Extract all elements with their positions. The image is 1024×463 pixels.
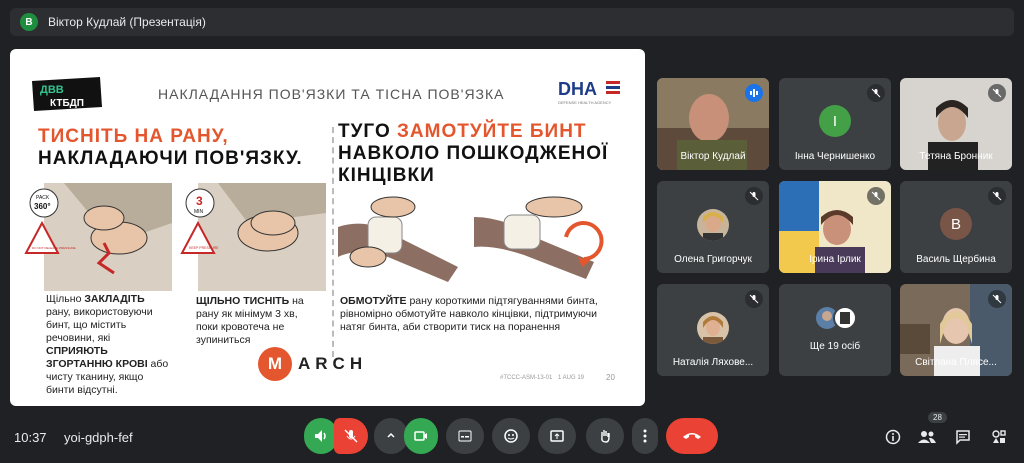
present-icon [550, 430, 564, 442]
slide-footer-date: 1 AUG 19 [558, 375, 585, 381]
participant-tile[interactable]: Наталія Ляхове... [657, 284, 769, 376]
svg-text:DEFENSE HEALTH AGENCY: DEFENSE HEALTH AGENCY [558, 100, 612, 105]
participant-tile[interactable]: Світлана Плясе... [900, 284, 1012, 376]
pack-wound-illustration: PACK 360° DO NOT RELEASE PRESSURE [24, 183, 172, 291]
presenter-avatar: В [20, 13, 38, 31]
participant-avatar [697, 209, 729, 241]
camera-icon [414, 431, 427, 441]
mic-off-icon [988, 187, 1006, 205]
dha-logo: DHA DEFENSE HEALTH AGENCY [558, 79, 620, 105]
participant-tile[interactable]: Віктор Кудлай [657, 78, 769, 170]
dvv-logo: ДВВ КТБДП [32, 77, 102, 111]
mic-off-icon [344, 429, 358, 443]
participant-avatar: І [819, 105, 851, 137]
info-icon [885, 429, 901, 445]
speaking-indicator-icon [745, 84, 763, 102]
participant-avatar: В [940, 208, 972, 240]
mic-toggle-button[interactable] [334, 418, 368, 454]
more-vert-icon [643, 429, 647, 443]
people-button[interactable] [916, 426, 938, 448]
present-screen-button[interactable] [538, 418, 576, 454]
participant-name: Віктор Кудлай [680, 151, 746, 162]
bottom-toolbar: 10:37 yoi-gdph-fef 28 [0, 410, 1024, 463]
wrap-bandage-illustration-2 [474, 196, 604, 279]
apply-pressure-illustration: 3 MIN KEEP PRESSURE [180, 183, 326, 291]
shared-slide: ДВВ КТБДП НАКЛАДАННЯ ПОВ'ЯЗКИ ТА ТІСНА П… [10, 49, 645, 406]
camera-toggle-button[interactable] [404, 418, 438, 454]
slide-footer-code: #TCCC-ASM-13-01 [500, 375, 553, 381]
march-logo: M ARCH [258, 347, 367, 381]
people-count-badge: 28 [928, 412, 947, 423]
svg-text:360°: 360° [34, 202, 51, 211]
svg-text:DO NOT RELEASE PRESSURE: DO NOT RELEASE PRESSURE [32, 246, 76, 250]
leave-call-button[interactable] [666, 418, 718, 454]
more-options-button[interactable] [632, 418, 658, 454]
participant-tile[interactable]: Ірина Ірлик [779, 181, 891, 273]
slide-divider [332, 127, 334, 357]
wrap-bandage-text: ОБМОТУЙТЕ рану короткими підтягуваннями … [340, 295, 598, 333]
captions-button[interactable] [446, 418, 484, 454]
apply-pressure-text: ЩІЛЬНО ТИСНІТЬ на рану як мінімум 3 хв, … [196, 295, 304, 346]
pack-wound-text: Щільно ЗАКЛАДІТЬ рану, використовуючи би… [46, 293, 169, 396]
current-time: 10:37 [14, 430, 47, 445]
participant-name: Ірина Ірлик [809, 254, 861, 265]
audio-button[interactable] [304, 418, 338, 454]
camera-options-button[interactable] [374, 418, 408, 454]
captions-icon [458, 430, 472, 442]
emoji-icon [504, 429, 518, 443]
speaker-icon [315, 430, 326, 442]
right-heading: ТУГО ЗАМОТУЙТЕ БИНТ НАВКОЛО ПОШКОДЖЕНОЇ … [338, 121, 609, 186]
presentation-title: Віктор Кудлай (Презентація) [48, 15, 206, 29]
participant-name: Світлана Плясе... [915, 357, 997, 368]
emoji-reactions-button[interactable] [492, 418, 530, 454]
meeting-code: yoi-gdph-fef [64, 430, 133, 445]
participant-name: Тетяна Бронник [919, 151, 993, 162]
participant-name: Олена Григорчук [674, 254, 752, 265]
raise-hand-button[interactable] [586, 418, 624, 454]
people-icon [918, 431, 936, 443]
participant-name: Наталія Ляхове... [672, 357, 754, 368]
participant-tile[interactable]: Тетяна Бронник [900, 78, 1012, 170]
mic-off-icon [867, 187, 885, 205]
mic-off-icon [867, 84, 885, 102]
participant-tile[interactable]: І Інна Чернишенко [779, 78, 891, 170]
hand-icon [601, 430, 610, 443]
presentation-header: В Віктор Кудлай (Презентація) [10, 8, 1014, 36]
shapes-icon [992, 430, 1006, 443]
end-call-icon [683, 433, 701, 439]
chat-button[interactable] [952, 426, 974, 448]
more-participants-avatars [816, 306, 857, 330]
svg-text:PACK: PACK [36, 195, 50, 201]
mic-off-icon [988, 290, 1006, 308]
participant-name: Василь Щербина [916, 254, 996, 265]
slide-title: НАКЛАДАННЯ ПОВ'ЯЗКИ ТА ТІСНА ПОВ'ЯЗКА [158, 86, 505, 102]
mic-off-icon [745, 187, 763, 205]
more-participants-tile[interactable]: Ще 19 осіб [779, 284, 891, 376]
svg-text:KEEP PRESSURE: KEEP PRESSURE [189, 246, 219, 250]
svg-text:3: 3 [196, 194, 203, 208]
participant-avatar [697, 312, 729, 344]
chat-icon [956, 430, 970, 445]
left-heading: ТИСНІТЬ НА РАНУ, НАКЛАДАЮЧИ ПОВ'ЯЗКУ. [38, 126, 303, 169]
mic-off-icon [988, 84, 1006, 102]
wrap-bandage-illustration-1 [338, 196, 458, 282]
activities-button[interactable] [988, 426, 1010, 448]
slide-page-number: 20 [606, 373, 615, 382]
mic-off-icon [745, 290, 763, 308]
svg-text:MIN: MIN [194, 209, 204, 215]
participant-tile[interactable]: Олена Григорчук [657, 181, 769, 273]
svg-text:DHA: DHA [558, 79, 597, 99]
more-participants-label: Ще 19 осіб [809, 341, 861, 352]
participant-name: Інна Чернишенко [794, 151, 876, 162]
participant-tile[interactable]: В Василь Щербина [900, 181, 1012, 273]
meeting-info-button[interactable] [882, 426, 904, 448]
svg-text:КТБДП: КТБДП [50, 98, 84, 109]
chevron-up-icon [387, 432, 395, 438]
svg-text:ДВВ: ДВВ [40, 84, 64, 96]
